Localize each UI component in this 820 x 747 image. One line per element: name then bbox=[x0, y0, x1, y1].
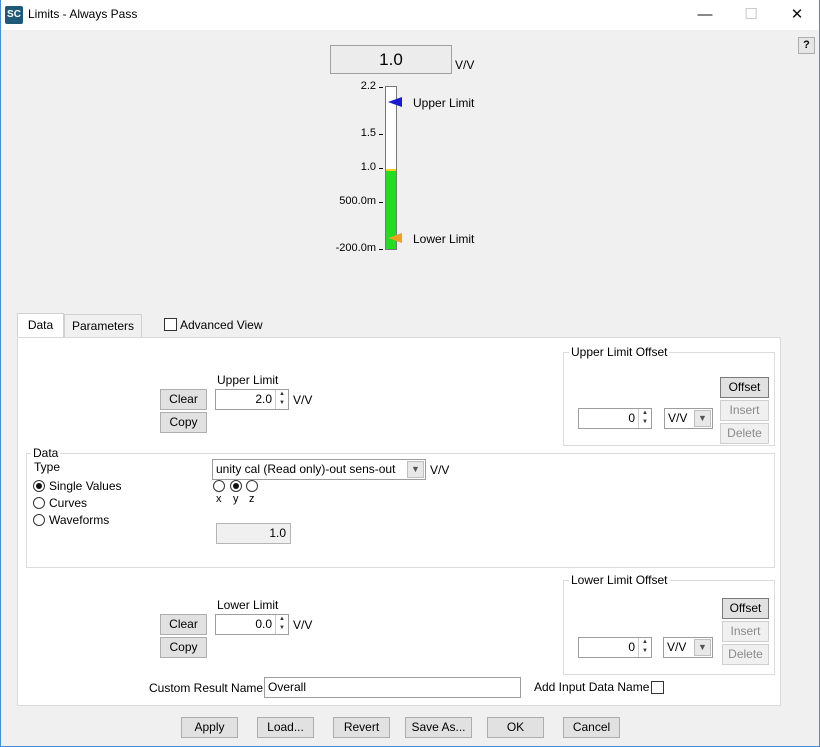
lower-offset-group: Lower Limit Offset Offset Insert Delete … bbox=[563, 573, 775, 675]
gauge-tick bbox=[379, 249, 383, 250]
add-input-data-checkbox[interactable] bbox=[651, 681, 664, 694]
window-title: Limits - Always Pass bbox=[28, 7, 138, 21]
chevron-down-icon[interactable]: ▼ bbox=[694, 639, 711, 656]
upper-limit-title: Upper Limit bbox=[217, 373, 279, 387]
upper-delete-button[interactable]: Delete bbox=[720, 423, 769, 444]
gauge-tick-label: -200.0m bbox=[335, 242, 376, 254]
upper-offset-spinner[interactable]: 0 ▲ ▼ bbox=[578, 408, 652, 429]
gauge-tick bbox=[379, 134, 383, 136]
chevron-down-icon[interactable]: ▼ bbox=[694, 410, 711, 427]
upper-offset-group: Upper Limit Offset Offset Insert Delete … bbox=[563, 345, 775, 446]
close-button[interactable]: ✕ bbox=[774, 0, 820, 30]
advanced-view-label: Advanced View bbox=[180, 318, 263, 332]
upper-insert-button[interactable]: Insert bbox=[720, 400, 769, 421]
lower-limit-marker-icon[interactable] bbox=[388, 232, 404, 244]
lower-limit-value: 0.0 bbox=[255, 617, 272, 631]
readout-unit: V/V bbox=[455, 58, 475, 72]
axis-y-label: y bbox=[233, 493, 239, 505]
gauge-tick-label: 1.0 bbox=[360, 161, 376, 173]
spinner-arrows-icon[interactable]: ▲ ▼ bbox=[275, 390, 288, 409]
lower-limit-title: Lower Limit bbox=[217, 598, 279, 612]
lower-insert-button[interactable]: Insert bbox=[722, 621, 769, 642]
axis-z-label: z bbox=[249, 493, 255, 505]
lower-offset-button[interactable]: Offset bbox=[722, 598, 769, 619]
minimize-button[interactable]: — bbox=[682, 0, 728, 30]
ok-button[interactable]: OK bbox=[487, 717, 544, 738]
load-button[interactable]: Load... bbox=[257, 717, 314, 738]
gauge-tick bbox=[379, 168, 383, 169]
waveforms-label: Waveforms bbox=[49, 513, 110, 527]
lower-offset-unit: V/V bbox=[667, 640, 687, 654]
upper-copy-button[interactable]: Copy bbox=[160, 412, 207, 433]
radio-curves[interactable] bbox=[33, 497, 45, 509]
data-source-select[interactable]: unity cal (Read only)-out sens-out ▼ bbox=[212, 459, 426, 480]
gauge-tick bbox=[379, 201, 383, 203]
upper-limit-marker-icon[interactable] bbox=[388, 96, 404, 108]
data-group: Data Type Single Values Curves Waveforms… bbox=[26, 446, 775, 568]
lower-clear-button[interactable]: Clear bbox=[160, 614, 207, 635]
app-icon: SC bbox=[5, 6, 23, 24]
radio-axis-z[interactable] bbox=[246, 480, 258, 492]
type-label: Type bbox=[34, 460, 61, 474]
lower-limit-spinner[interactable]: 0.0 ▲ ▼ bbox=[215, 614, 289, 635]
radio-waveforms[interactable] bbox=[33, 514, 45, 526]
upper-offset-value: 0 bbox=[628, 411, 635, 425]
gauge-tick bbox=[379, 87, 383, 88]
upper-offset-title: Upper Limit Offset bbox=[569, 345, 670, 359]
radio-axis-x[interactable] bbox=[213, 480, 225, 492]
tab-parameters[interactable]: Parameters bbox=[64, 314, 142, 338]
tab-data[interactable]: Data bbox=[17, 313, 64, 338]
radio-axis-y[interactable] bbox=[230, 480, 242, 492]
upper-limit-value: 2.0 bbox=[255, 392, 272, 406]
upper-limit-spinner[interactable]: 2.0 ▲ ▼ bbox=[215, 389, 289, 410]
maximize-button[interactable]: ☐ bbox=[728, 0, 774, 30]
radio-single-values[interactable] bbox=[33, 480, 45, 492]
data-tab-panel: Clear Copy Upper Limit 2.0 ▲ ▼ V/V Upper … bbox=[17, 337, 781, 706]
upper-offset-unit: V/V bbox=[668, 411, 688, 425]
lower-offset-unit-select[interactable]: V/V ▼ bbox=[663, 637, 713, 658]
lower-delete-button[interactable]: Delete bbox=[722, 644, 769, 665]
title-bar: SC Limits - Always Pass — ☐ ✕ bbox=[0, 0, 820, 30]
revert-button[interactable]: Revert bbox=[333, 717, 390, 738]
upper-limit-marker-label: Upper Limit bbox=[413, 96, 475, 110]
curves-label: Curves bbox=[49, 496, 88, 510]
lower-copy-button[interactable]: Copy bbox=[160, 637, 207, 658]
gauge-tick-label: 2.2 bbox=[360, 80, 376, 92]
single-values-label: Single Values bbox=[49, 479, 122, 493]
spinner-arrows-icon[interactable]: ▲ ▼ bbox=[275, 615, 288, 634]
lower-limit-unit: V/V bbox=[293, 618, 313, 632]
axis-x-label: x bbox=[216, 493, 222, 505]
gauge-tick-label: 1.5 bbox=[360, 127, 376, 140]
upper-clear-button[interactable]: Clear bbox=[160, 389, 207, 410]
upper-offset-button[interactable]: Offset bbox=[720, 377, 769, 398]
chevron-down-icon[interactable]: ▼ bbox=[407, 461, 424, 478]
gauge-bar bbox=[385, 86, 397, 250]
advanced-view-checkbox[interactable] bbox=[164, 318, 177, 331]
spinner-arrows-icon[interactable]: ▲ ▼ bbox=[638, 409, 651, 428]
lower-limit-marker-label: Lower Limit bbox=[413, 232, 475, 246]
cancel-button[interactable]: Cancel bbox=[563, 717, 620, 738]
data-group-title: Data bbox=[31, 446, 61, 460]
save-as-button[interactable]: Save As... bbox=[405, 717, 472, 738]
add-input-data-label: Add Input Data Name bbox=[534, 680, 650, 694]
data-value-field: 1.0 bbox=[216, 523, 291, 544]
spinner-arrows-icon[interactable]: ▲ ▼ bbox=[638, 638, 651, 657]
custom-result-label: Custom Result Name bbox=[149, 681, 264, 695]
upper-offset-unit-select[interactable]: V/V ▼ bbox=[664, 408, 713, 429]
help-button[interactable]: ? bbox=[798, 37, 815, 54]
upper-limit-unit: V/V bbox=[293, 393, 313, 407]
apply-button[interactable]: Apply bbox=[181, 717, 238, 738]
custom-result-input[interactable]: Overall bbox=[264, 677, 521, 698]
value-readout: 1.0 bbox=[330, 45, 452, 74]
gauge-level-line bbox=[386, 169, 396, 171]
data-source-value: unity cal (Read only)-out sens-out bbox=[216, 462, 396, 476]
gauge-tick-label: 500.0m bbox=[339, 194, 376, 207]
lower-offset-value: 0 bbox=[628, 640, 635, 654]
lower-offset-spinner[interactable]: 0 ▲ ▼ bbox=[578, 637, 652, 658]
data-source-unit: V/V bbox=[430, 463, 450, 477]
lower-offset-title: Lower Limit Offset bbox=[569, 573, 670, 587]
